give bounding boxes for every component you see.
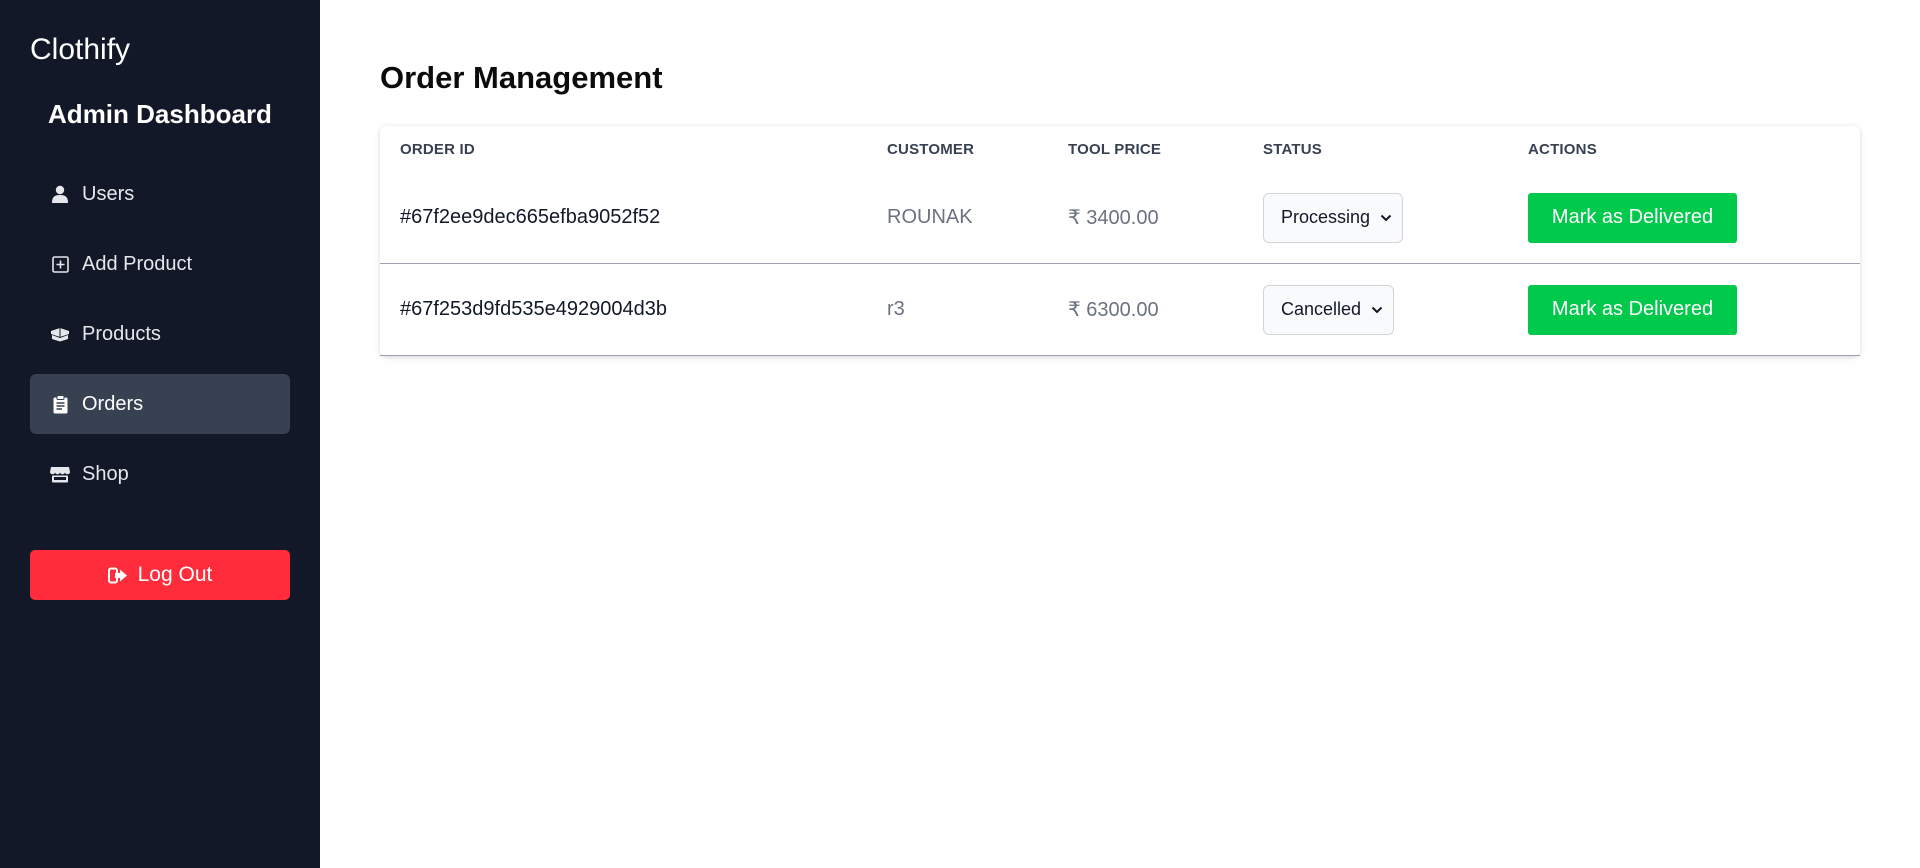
sidebar-item-shop[interactable]: Shop	[30, 444, 290, 504]
orders-table: ORDER ID CUSTOMER TOOL PRICE STATUS ACTI…	[380, 126, 1860, 356]
sidebar-item-add-product[interactable]: Add Product	[30, 234, 290, 294]
main-content: Order Management ORDER ID CUSTOMER TOOL …	[320, 0, 1920, 868]
mark-as-delivered-button[interactable]: Mark as Delivered	[1528, 192, 1737, 243]
plus-square-icon	[50, 254, 70, 274]
sidebar-nav: Users Add Product Products Orders Shop	[30, 164, 290, 504]
column-header-status: STATUS	[1263, 140, 1322, 158]
clipboard-icon	[50, 394, 70, 414]
logout-label: Log Out	[137, 563, 213, 586]
order-id-cell: #67f2ee9dec665efba9052f52	[400, 206, 661, 228]
status-value: Cancelled	[1281, 299, 1362, 319]
price-cell: ₹ 6300.00	[1068, 299, 1159, 321]
logout-button[interactable]: Log Out	[30, 550, 290, 600]
price-cell: ₹ 3400.00	[1068, 207, 1159, 229]
chevron-down-icon	[1371, 306, 1383, 314]
page-title: Order Management	[380, 60, 663, 95]
table-header-row: ORDER ID CUSTOMER TOOL PRICE STATUS ACTI…	[380, 126, 1860, 172]
actions-cell: Mark as Delivered	[1508, 264, 1860, 356]
sidebar: Clothify Admin Dashboard Users Add Produ…	[0, 0, 320, 868]
status-value: Processing	[1281, 207, 1371, 227]
chevron-down-icon	[1380, 214, 1392, 222]
orders-table-card: ORDER ID CUSTOMER TOOL PRICE STATUS ACTI…	[380, 126, 1860, 356]
column-header-actions: ACTIONS	[1528, 140, 1597, 158]
store-icon	[50, 464, 70, 484]
sidebar-item-label: Shop	[82, 462, 129, 485]
status-cell: Cancelled	[1243, 264, 1508, 356]
status-cell: Processing	[1243, 172, 1508, 264]
sidebar-item-users[interactable]: Users	[30, 164, 290, 224]
column-header-order-id: ORDER ID	[400, 140, 475, 158]
logout-icon	[107, 565, 128, 585]
sidebar-item-label: Orders	[82, 392, 144, 415]
mark-as-delivered-button[interactable]: Mark as Delivered	[1528, 284, 1737, 335]
table-row: #67f2ee9dec665efba9052f52 ROUNAK ₹ 3400.…	[380, 172, 1860, 264]
customer-cell: r3	[887, 298, 905, 320]
dashboard-subtitle: Admin Dashboard	[48, 99, 272, 129]
sidebar-item-orders[interactable]: Orders	[30, 374, 290, 434]
boxes-icon	[50, 324, 70, 344]
table-row: #67f253d9fd535e4929004d3b r3 ₹ 6300.00 C…	[380, 264, 1860, 356]
brand-name: Clothify	[30, 33, 131, 66]
sidebar-item-products[interactable]: Products	[30, 304, 290, 364]
order-id-cell: #67f253d9fd535e4929004d3b	[400, 298, 667, 320]
sidebar-item-label: Products	[82, 322, 161, 345]
column-header-customer: CUSTOMER	[887, 140, 975, 158]
sidebar-item-label: Add Product	[82, 252, 193, 275]
sidebar-item-label: Users	[82, 182, 135, 205]
status-select[interactable]: Processing	[1263, 192, 1404, 243]
status-select[interactable]: Cancelled	[1263, 284, 1395, 335]
actions-cell: Mark as Delivered	[1508, 172, 1860, 264]
customer-cell: ROUNAK	[887, 206, 973, 228]
column-header-price: TOOL PRICE	[1068, 140, 1162, 158]
user-icon	[50, 184, 70, 204]
